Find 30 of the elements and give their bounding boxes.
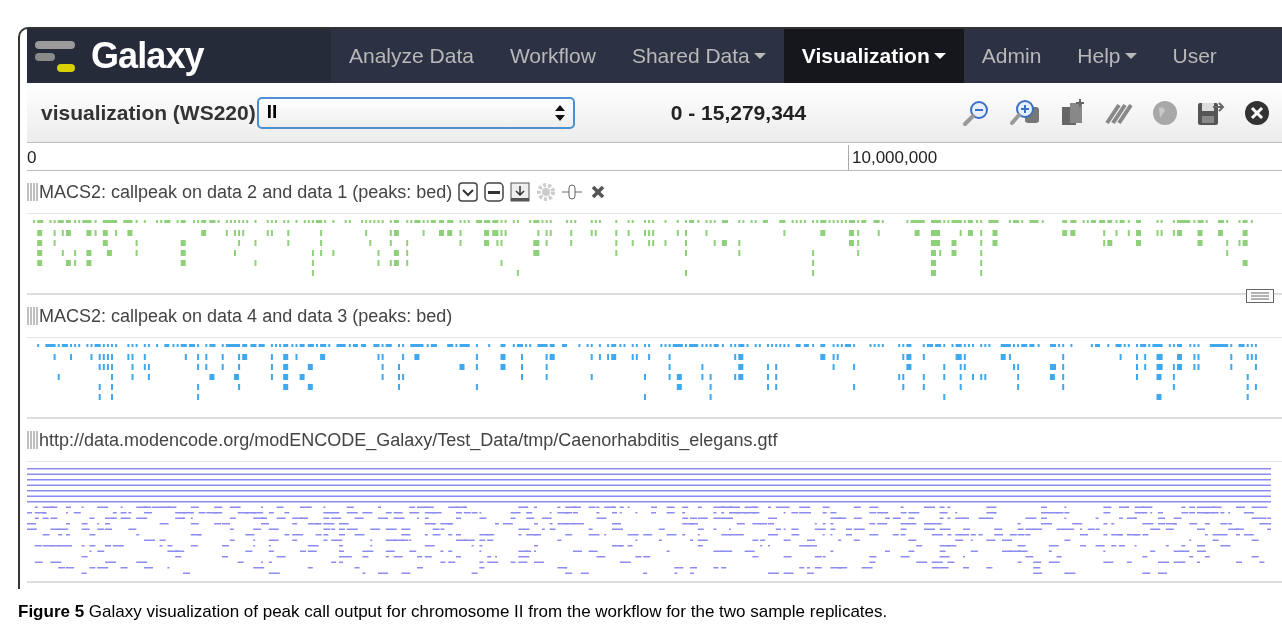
visualization-title: visualization (WS220) xyxy=(41,99,256,126)
ruler-label: 0 xyxy=(27,147,38,169)
drag-handle-icon[interactable] xyxy=(27,307,39,325)
range-label: 0 - 15,279,344 xyxy=(670,99,807,126)
close-icon[interactable] xyxy=(1244,99,1270,126)
chromosome-select[interactable]: II xyxy=(256,96,575,129)
updown-arrows-icon xyxy=(554,104,565,121)
figure-caption: Figure 5 Galaxy visualization of peak call output for chromosome II from the workflow for the two sample replicates. xyxy=(18,601,889,623)
nav-tab[interactable]: Help xyxy=(1059,29,1155,83)
resize-handle-icon[interactable] xyxy=(1246,289,1274,303)
nav-tab[interactable]: Workflow xyxy=(491,29,614,83)
slider-icon[interactable] xyxy=(562,182,583,202)
track-title: MACS2: callpeak on data 2 and data 1 (peaks: bed) xyxy=(39,180,453,204)
track-title: MACS2: callpeak on data 4 and data 3 (peaks: bed) xyxy=(39,304,453,328)
collapse-icon[interactable] xyxy=(458,182,479,202)
zoom-in-icon[interactable] xyxy=(1009,98,1041,127)
nav-tab[interactable]: Visualization xyxy=(783,29,964,83)
zoom-out-icon[interactable] xyxy=(962,98,990,127)
minus-icon[interactable] xyxy=(484,182,505,202)
save-icon[interactable] xyxy=(1197,99,1225,126)
nav-tab[interactable]: User xyxy=(1154,29,1235,83)
download-icon[interactable] xyxy=(510,182,531,202)
nav-tab[interactable]: Analyze Data xyxy=(331,29,492,83)
add-track-icon[interactable] xyxy=(1060,98,1086,127)
nav-tab[interactable]: Shared Data xyxy=(613,29,784,83)
nav-tab[interactable]: Admin xyxy=(963,29,1060,83)
drag-handle-icon[interactable] xyxy=(27,183,39,201)
drag-handle-icon[interactable] xyxy=(27,431,39,449)
track-title: http://data.modencode.org/modENCODE_Galaxy/Test_Data/tmp/Caenorhabditis_elegans.gtf xyxy=(39,428,778,453)
ruler-label: 10,000,000 xyxy=(848,145,938,170)
